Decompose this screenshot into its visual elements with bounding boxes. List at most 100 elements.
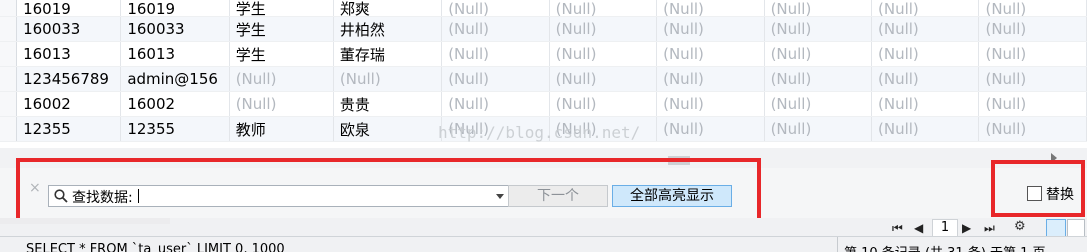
table-cell[interactable]: 12355 xyxy=(16,116,122,142)
find-bar: × 查找数据: 下一个 全部高亮显示 替换 xyxy=(0,168,1087,218)
table-cell-null[interactable]: (Null) xyxy=(656,41,765,67)
table-cell-null[interactable]: (Null) xyxy=(871,16,980,42)
navigation-row: ⏮ ◀ 1 ▶ ⏭ ⚙ xyxy=(0,218,1087,237)
table-cell-null[interactable]: (Null) xyxy=(978,91,1087,117)
table-cell-null[interactable]: (Null) xyxy=(764,116,873,142)
table-cell-null[interactable]: (Null) xyxy=(441,0,550,17)
table-cell-null[interactable]: (Null) xyxy=(441,16,550,42)
table-cell-null[interactable]: (Null) xyxy=(978,116,1087,142)
table-cell[interactable]: (Null) xyxy=(333,66,443,92)
table-row[interactable]: 160033 160033 学生 井柏然 (Null) (Null) (Null) (Null… xyxy=(0,16,1087,42)
table-cell[interactable]: 12355 xyxy=(120,116,230,142)
table-row[interactable]: 16013 16013 学生 董存瑞 (Null) (Null) (Null) (Null)(… xyxy=(0,41,1087,67)
table-row[interactable]: 16019 16019 学生 郑爽 (Null) (Null) (Null) (Null) (N… xyxy=(0,0,1087,17)
table-cell[interactable]: 教师 xyxy=(229,116,334,142)
row-indicator[interactable] xyxy=(0,0,18,17)
table-cell[interactable]: 16002 xyxy=(16,91,122,117)
replace-toggle[interactable]: 替换 xyxy=(1027,184,1074,204)
table-cell-null[interactable]: (Null) xyxy=(871,116,980,142)
table-cell-null[interactable]: (Null) xyxy=(764,16,873,42)
table-cell-null[interactable]: (Null) xyxy=(549,91,658,117)
table-cell-null[interactable]: (Null) xyxy=(441,66,550,92)
table-cell-null[interactable]: (Null) xyxy=(871,41,980,67)
table-cell-null[interactable]: (Null) xyxy=(656,0,765,17)
table-row[interactable]: 16002 16002 (Null) 贵贵 (Null) (Null) (Null) (Nul… xyxy=(0,91,1087,117)
table-cell-null[interactable]: (Null) xyxy=(441,41,550,67)
table-cell-null[interactable]: (Null) xyxy=(764,0,873,17)
replace-label: 替换 xyxy=(1046,187,1074,203)
highlight-all-button[interactable]: 全部高亮显示 xyxy=(612,185,732,207)
close-icon[interactable]: × xyxy=(29,180,41,196)
status-bar: SELECT * FROM `ta_user` LIMIT 0, 1000 第 … xyxy=(0,236,1087,252)
search-input[interactable]: 查找数据: xyxy=(48,185,509,207)
table-row[interactable]: 123456789 admin@156 (Null) (Null) (Null) (Nul… xyxy=(0,66,1087,92)
table-cell[interactable]: 郑爽 xyxy=(333,0,443,17)
table-cell-null[interactable]: (Null) xyxy=(764,41,873,67)
table-cell-null[interactable]: (Null) xyxy=(871,0,980,17)
table-cell[interactable]: (Null) xyxy=(229,66,334,92)
prev-page-icon[interactable]: ◀ xyxy=(914,221,923,235)
next-page-icon[interactable]: ▶ xyxy=(962,221,971,235)
table-cell[interactable]: 贵贵 xyxy=(333,91,443,117)
first-page-icon[interactable]: ⏮ xyxy=(892,221,903,236)
table-cell-null[interactable]: (Null) xyxy=(656,116,765,142)
table-cell[interactable]: admin@156 xyxy=(120,66,230,92)
table-cell-null[interactable]: (Null) xyxy=(978,16,1087,42)
table-cell[interactable]: 16013 xyxy=(120,41,230,67)
table-cell[interactable]: 16002 xyxy=(120,91,230,117)
form-view-icon[interactable] xyxy=(1067,219,1085,237)
last-page-icon[interactable]: ⏭ xyxy=(984,221,995,236)
table-cell[interactable]: 学生 xyxy=(229,0,334,17)
table-cell[interactable]: 16019 xyxy=(16,0,122,17)
text-caret xyxy=(138,189,139,203)
table-cell-null[interactable]: (Null) xyxy=(549,116,658,142)
results-table: 16019 16019 学生 郑爽 (Null) (Null) (Null) (Null) (N… xyxy=(0,0,1087,142)
table-cell-null[interactable]: (Null) xyxy=(978,66,1087,92)
table-cell[interactable]: 学生 xyxy=(229,41,334,67)
row-indicator[interactable] xyxy=(0,66,18,92)
table-cell[interactable]: 123456789 xyxy=(16,66,122,92)
table-cell[interactable]: 井柏然 xyxy=(333,16,443,42)
table-cell[interactable]: 16019 xyxy=(120,0,230,17)
table-cell-null[interactable]: (Null) xyxy=(549,16,658,42)
table-cell[interactable]: 160033 xyxy=(120,16,230,42)
table-cell-null[interactable]: (Null) xyxy=(441,91,550,117)
table-cell-null[interactable]: (Null) xyxy=(549,0,658,17)
search-icon xyxy=(54,189,68,203)
row-indicator[interactable] xyxy=(0,91,18,117)
scroll-right-arrow-icon[interactable] xyxy=(1051,153,1057,163)
page-number-field[interactable]: 1 xyxy=(932,219,958,237)
history-dropdown-icon[interactable] xyxy=(496,194,504,199)
replace-checkbox[interactable] xyxy=(1027,186,1042,201)
row-indicator[interactable] xyxy=(0,116,18,142)
grid-view-icon[interactable] xyxy=(1046,219,1066,237)
table-cell-null[interactable]: (Null) xyxy=(871,91,980,117)
settings-gear-icon[interactable]: ⚙ xyxy=(1014,219,1026,234)
table-cell[interactable]: 董存瑞 xyxy=(333,41,443,67)
record-info: 第 10 条记录 (共 31 条) 于第 1 页 xyxy=(837,237,1046,252)
table-cell-null[interactable]: (Null) xyxy=(656,66,765,92)
table-cell-null[interactable]: (Null) xyxy=(978,0,1087,17)
table-row[interactable]: 12355 12355 教师 欧泉 (Null) (Null) (Null) (Null) (N… xyxy=(0,116,1087,142)
table-cell[interactable]: 16013 xyxy=(16,41,122,67)
horizontal-scrollbar[interactable] xyxy=(0,148,1087,168)
table-cell[interactable]: 160033 xyxy=(16,16,122,42)
record-toolbar-partial xyxy=(0,218,170,224)
table-cell-null[interactable]: (Null) xyxy=(549,41,658,67)
table-cell-null[interactable]: (Null) xyxy=(549,66,658,92)
table-cell-null[interactable]: (Null) xyxy=(871,66,980,92)
table-cell-null[interactable]: (Null) xyxy=(764,66,873,92)
table-cell-null[interactable]: (Null) xyxy=(656,91,765,117)
row-indicator[interactable] xyxy=(0,16,18,42)
scrollbar-thumb[interactable] xyxy=(668,156,690,165)
table-cell-null[interactable]: (Null) xyxy=(656,16,765,42)
table-cell[interactable]: 学生 xyxy=(229,16,334,42)
table-cell[interactable]: (Null) xyxy=(229,91,334,117)
table-cell-null[interactable]: (Null) xyxy=(441,116,550,142)
table-cell-null[interactable]: (Null) xyxy=(764,91,873,117)
row-indicator[interactable] xyxy=(0,41,18,67)
table-cell-null[interactable]: (Null) xyxy=(978,41,1087,67)
find-next-button[interactable]: 下一个 xyxy=(508,185,608,207)
data-grid[interactable]: 16019 16019 学生 郑爽 (Null) (Null) (Null) (Null) (N… xyxy=(0,0,1087,143)
table-cell[interactable]: 欧泉 xyxy=(333,116,443,142)
